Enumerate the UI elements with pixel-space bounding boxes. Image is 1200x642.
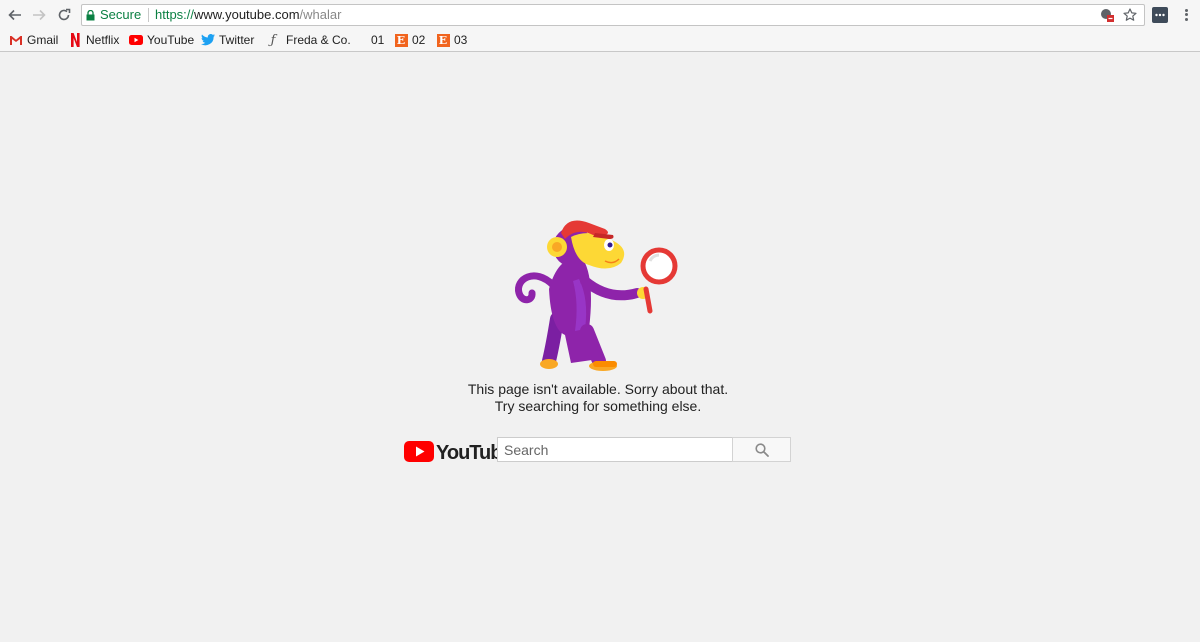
- bookmark-gmail[interactable]: Gmail: [9, 32, 58, 48]
- bookmarks-bar: Gmail Netflix YouTube Twitter ƒ Freda & …: [0, 30, 1200, 50]
- bookmark-youtube[interactable]: YouTube: [129, 32, 194, 48]
- monkey-illustration: [515, 220, 678, 371]
- forward-arrow-icon: [33, 9, 46, 21]
- search-input[interactable]: [497, 437, 733, 462]
- error-line-2: Try searching for something else.: [494, 398, 702, 414]
- bookmark-label: Netflix: [86, 33, 120, 47]
- url-text[interactable]: https://www.youtube.com/whalar: [155, 5, 341, 25]
- url-host: www.youtube.com: [194, 7, 300, 22]
- blank-icon: [353, 33, 367, 47]
- secure-indicator[interactable]: Secure: [86, 5, 141, 25]
- etsy-icon: E: [394, 33, 408, 47]
- youtube-wordmark: YouTube: [436, 442, 498, 463]
- bookmark-freda[interactable]: ƒ Freda & Co.: [266, 32, 351, 48]
- reload-icon: [58, 8, 71, 21]
- address-bar[interactable]: Secure https://www.youtube.com/whalar: [81, 4, 1145, 26]
- secure-label: Secure: [100, 7, 142, 22]
- bookmark-label: Gmail: [27, 33, 59, 47]
- url-scheme: https://: [155, 7, 195, 22]
- bookmark-01[interactable]: 01: [353, 32, 384, 48]
- bookmark-03[interactable]: E 03: [436, 32, 467, 48]
- browser-toolbar: Secure https://www.youtube.com/whalar: [0, 0, 1200, 30]
- reload-button[interactable]: [53, 4, 75, 26]
- translate-blocked-icon[interactable]: [1098, 6, 1116, 24]
- browser-chrome: Secure https://www.youtube.com/whalar Gm…: [0, 0, 1200, 52]
- url-divider: [148, 8, 149, 22]
- bookmark-label: 01: [371, 33, 385, 47]
- back-button[interactable]: [4, 4, 26, 26]
- error-line-1: This page isn't available. Sorry about t…: [467, 381, 729, 397]
- search-button[interactable]: [732, 437, 791, 462]
- bookmark-label: 03: [454, 33, 468, 47]
- youtube-logo[interactable]: YouTube: [404, 439, 513, 464]
- bookmark-netflix[interactable]: Netflix: [68, 32, 119, 48]
- youtube-icon: [129, 33, 143, 47]
- twitter-icon: [201, 33, 215, 47]
- bookmark-02[interactable]: E 02: [394, 32, 425, 48]
- etsy-icon: E: [436, 33, 450, 47]
- search-icon: [754, 442, 769, 457]
- bookmark-label: Twitter: [219, 33, 255, 47]
- bookmark-label: Freda & Co.: [286, 33, 351, 47]
- error-message: This page isn't available. Sorry about t…: [398, 381, 798, 415]
- page-content: This page isn't available. Sorry about t…: [0, 53, 1200, 642]
- bookmark-star-icon[interactable]: [1121, 6, 1139, 24]
- lock-icon: [86, 9, 95, 20]
- extension-icon[interactable]: [1152, 7, 1168, 23]
- gmail-icon: [9, 33, 23, 47]
- bookmark-twitter[interactable]: Twitter: [201, 32, 254, 48]
- netflix-icon: [68, 33, 82, 47]
- forward-button[interactable]: [28, 4, 50, 26]
- bookmark-label: YouTube: [147, 33, 195, 47]
- bookmark-label: 02: [412, 33, 426, 47]
- url-path: /whalar: [299, 7, 342, 22]
- back-arrow-icon: [8, 9, 21, 21]
- browser-menu-icon[interactable]: [1180, 6, 1192, 24]
- freda-icon: ƒ: [270, 32, 276, 48]
